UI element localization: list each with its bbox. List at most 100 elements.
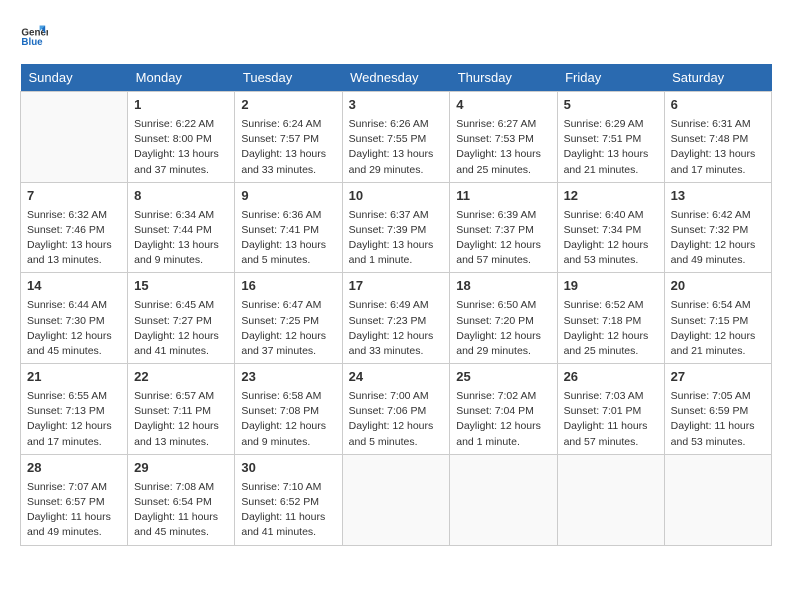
svg-text:Blue: Blue: [21, 37, 43, 48]
day-info: Sunrise: 6:58 AM Sunset: 7:08 PM Dayligh…: [241, 389, 335, 450]
day-cell: 29Sunrise: 7:08 AM Sunset: 6:54 PM Dayli…: [128, 454, 235, 545]
day-info: Sunrise: 7:10 AM Sunset: 6:52 PM Dayligh…: [241, 480, 335, 541]
day-info: Sunrise: 6:27 AM Sunset: 7:53 PM Dayligh…: [456, 117, 550, 178]
day-cell: 9 Sunrise: 6:36 AM Sunset: 7:41 PM Daylig…: [235, 182, 342, 273]
day-cell: 14 Sunrise: 6:44 AM Sunset: 7:30 PM Dayli…: [21, 273, 128, 364]
day-cell: 4 Sunrise: 6:27 AM Sunset: 7:53 PM Daylig…: [450, 92, 557, 183]
day-info: Sunrise: 6:44 AM Sunset: 7:30 PM Dayligh…: [27, 298, 121, 359]
week-row-1: 1 Sunrise: 6:22 AM Sunset: 8:00 PM Daylig…: [21, 92, 772, 183]
day-number: 17: [349, 277, 444, 296]
day-info: Sunrise: 7:07 AM Sunset: 6:57 PM Dayligh…: [27, 480, 121, 541]
day-info: Sunrise: 6:39 AM Sunset: 7:37 PM Dayligh…: [456, 208, 550, 269]
day-cell: 3Sunrise: 6:26 AM Sunset: 7:55 PM Daylig…: [342, 92, 450, 183]
day-number: 16: [241, 277, 335, 296]
day-info: Sunrise: 6:50 AM Sunset: 7:20 PM Dayligh…: [456, 298, 550, 359]
day-info: Sunrise: 6:32 AM Sunset: 7:46 PM Dayligh…: [27, 208, 121, 269]
weekday-sunday: Sunday: [21, 64, 128, 92]
page-header: General Blue: [20, 20, 772, 48]
day-info: Sunrise: 6:37 AM Sunset: 7:39 PM Dayligh…: [349, 208, 444, 269]
day-number: 1: [134, 96, 228, 115]
day-number: 23: [241, 368, 335, 387]
day-info: Sunrise: 6:29 AM Sunset: 7:51 PM Dayligh…: [564, 117, 658, 178]
day-number: 19: [564, 277, 658, 296]
day-number: 5: [564, 96, 658, 115]
week-row-3: 14 Sunrise: 6:44 AM Sunset: 7:30 PM Dayli…: [21, 273, 772, 364]
day-cell: 25 Sunrise: 7:02 AM Sunset: 7:04 PM Dayli…: [450, 364, 557, 455]
day-cell: [664, 454, 771, 545]
day-cell: 26Sunrise: 7:03 AM Sunset: 7:01 PM Dayli…: [557, 364, 664, 455]
day-info: Sunrise: 6:22 AM Sunset: 8:00 PM Dayligh…: [134, 117, 228, 178]
day-cell: 1 Sunrise: 6:22 AM Sunset: 8:00 PM Daylig…: [128, 92, 235, 183]
day-number: 10: [349, 187, 444, 206]
day-number: 20: [671, 277, 765, 296]
day-cell: 10 Sunrise: 6:37 AM Sunset: 7:39 PM Dayli…: [342, 182, 450, 273]
week-row-5: 28 Sunrise: 7:07 AM Sunset: 6:57 PM Dayli…: [21, 454, 772, 545]
day-info: Sunrise: 6:42 AM Sunset: 7:32 PM Dayligh…: [671, 208, 765, 269]
day-info: Sunrise: 6:45 AM Sunset: 7:27 PM Dayligh…: [134, 298, 228, 359]
day-cell: 30Sunrise: 7:10 AM Sunset: 6:52 PM Dayli…: [235, 454, 342, 545]
day-number: 15: [134, 277, 228, 296]
day-info: Sunrise: 6:34 AM Sunset: 7:44 PM Dayligh…: [134, 208, 228, 269]
weekday-tuesday: Tuesday: [235, 64, 342, 92]
day-info: Sunrise: 6:40 AM Sunset: 7:34 PM Dayligh…: [564, 208, 658, 269]
day-info: Sunrise: 6:52 AM Sunset: 7:18 PM Dayligh…: [564, 298, 658, 359]
day-info: Sunrise: 6:36 AM Sunset: 7:41 PM Dayligh…: [241, 208, 335, 269]
day-number: 7: [27, 187, 121, 206]
day-info: Sunrise: 7:08 AM Sunset: 6:54 PM Dayligh…: [134, 480, 228, 541]
day-cell: 2 Sunrise: 6:24 AM Sunset: 7:57 PM Daylig…: [235, 92, 342, 183]
day-info: Sunrise: 6:47 AM Sunset: 7:25 PM Dayligh…: [241, 298, 335, 359]
day-cell: 20 Sunrise: 6:54 AM Sunset: 7:15 PM Dayli…: [664, 273, 771, 364]
day-cell: 28 Sunrise: 7:07 AM Sunset: 6:57 PM Dayli…: [21, 454, 128, 545]
weekday-monday: Monday: [128, 64, 235, 92]
day-number: 28: [27, 459, 121, 478]
day-number: 26: [564, 368, 658, 387]
day-info: Sunrise: 6:55 AM Sunset: 7:13 PM Dayligh…: [27, 389, 121, 450]
day-cell: 11 Sunrise: 6:39 AM Sunset: 7:37 PM Dayli…: [450, 182, 557, 273]
day-info: Sunrise: 7:02 AM Sunset: 7:04 PM Dayligh…: [456, 389, 550, 450]
day-number: 2: [241, 96, 335, 115]
day-number: 14: [27, 277, 121, 296]
day-cell: 12Sunrise: 6:40 AM Sunset: 7:34 PM Dayli…: [557, 182, 664, 273]
day-number: 4: [456, 96, 550, 115]
day-info: Sunrise: 7:05 AM Sunset: 6:59 PM Dayligh…: [671, 389, 765, 450]
day-cell: [342, 454, 450, 545]
day-cell: 23 Sunrise: 6:58 AM Sunset: 7:08 PM Dayli…: [235, 364, 342, 455]
weekday-header-row: SundayMondayTuesdayWednesdayThursdayFrid…: [21, 64, 772, 92]
day-info: Sunrise: 6:26 AM Sunset: 7:55 PM Dayligh…: [349, 117, 444, 178]
day-cell: [21, 92, 128, 183]
day-number: 24: [349, 368, 444, 387]
day-info: Sunrise: 6:49 AM Sunset: 7:23 PM Dayligh…: [349, 298, 444, 359]
weekday-thursday: Thursday: [450, 64, 557, 92]
day-cell: 22Sunrise: 6:57 AM Sunset: 7:11 PM Dayli…: [128, 364, 235, 455]
day-cell: 6Sunrise: 6:31 AM Sunset: 7:48 PM Daylig…: [664, 92, 771, 183]
day-number: 21: [27, 368, 121, 387]
day-cell: 21 Sunrise: 6:55 AM Sunset: 7:13 PM Dayli…: [21, 364, 128, 455]
weekday-saturday: Saturday: [664, 64, 771, 92]
day-number: 27: [671, 368, 765, 387]
day-number: 11: [456, 187, 550, 206]
day-info: Sunrise: 6:24 AM Sunset: 7:57 PM Dayligh…: [241, 117, 335, 178]
day-number: 8: [134, 187, 228, 206]
day-cell: 18 Sunrise: 6:50 AM Sunset: 7:20 PM Dayli…: [450, 273, 557, 364]
day-info: Sunrise: 6:54 AM Sunset: 7:15 PM Dayligh…: [671, 298, 765, 359]
day-cell: 24 Sunrise: 7:00 AM Sunset: 7:06 PM Dayli…: [342, 364, 450, 455]
day-cell: 13 Sunrise: 6:42 AM Sunset: 7:32 PM Dayli…: [664, 182, 771, 273]
calendar-body: 1 Sunrise: 6:22 AM Sunset: 8:00 PM Daylig…: [21, 92, 772, 546]
week-row-4: 21 Sunrise: 6:55 AM Sunset: 7:13 PM Dayli…: [21, 364, 772, 455]
day-cell: 17 Sunrise: 6:49 AM Sunset: 7:23 PM Dayli…: [342, 273, 450, 364]
day-cell: 7 Sunrise: 6:32 AM Sunset: 7:46 PM Daylig…: [21, 182, 128, 273]
day-number: 9: [241, 187, 335, 206]
day-cell: 19 Sunrise: 6:52 AM Sunset: 7:18 PM Dayli…: [557, 273, 664, 364]
weekday-wednesday: Wednesday: [342, 64, 450, 92]
weekday-friday: Friday: [557, 64, 664, 92]
day-number: 18: [456, 277, 550, 296]
day-number: 22: [134, 368, 228, 387]
logo-icon: General Blue: [20, 20, 48, 48]
day-number: 25: [456, 368, 550, 387]
day-cell: 16 Sunrise: 6:47 AM Sunset: 7:25 PM Dayli…: [235, 273, 342, 364]
day-cell: 8 Sunrise: 6:34 AM Sunset: 7:44 PM Daylig…: [128, 182, 235, 273]
day-number: 13: [671, 187, 765, 206]
day-info: Sunrise: 7:00 AM Sunset: 7:06 PM Dayligh…: [349, 389, 444, 450]
day-info: Sunrise: 6:31 AM Sunset: 7:48 PM Dayligh…: [671, 117, 765, 178]
day-cell: [557, 454, 664, 545]
